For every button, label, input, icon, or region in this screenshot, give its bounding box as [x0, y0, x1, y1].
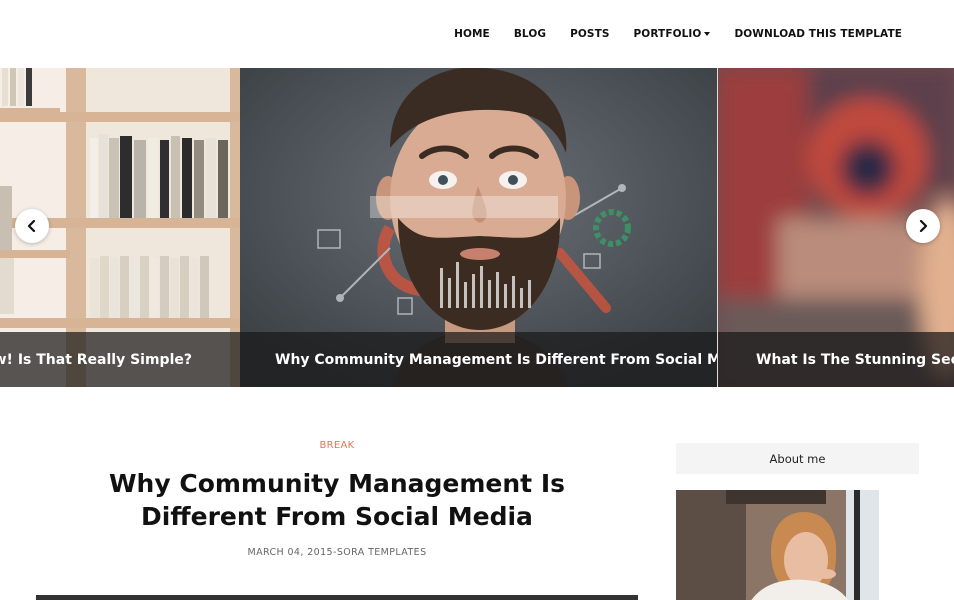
nav-home-label: HOME — [454, 28, 490, 40]
slide-caption-bar: What Is The Stunning Secret J — [718, 332, 954, 387]
caret-down-icon — [704, 32, 711, 36]
slide-caption-bar: t Now! Is That Really Simple? — [0, 332, 240, 387]
slide-caption-bar: Why Community Management Is Different Fr… — [240, 332, 717, 387]
slide-caption[interactable]: Why Community Management Is Different Fr… — [275, 352, 717, 368]
chevron-left-icon — [27, 220, 36, 232]
woman-portrait-image — [676, 490, 879, 600]
nav-posts-label: POSTS — [570, 28, 610, 40]
slider-next-button[interactable] — [906, 209, 940, 243]
chevron-right-icon — [919, 220, 928, 232]
nav-portfolio-label: PORTFOLIO — [633, 28, 702, 40]
nav-blog-label: BLOG — [513, 28, 547, 40]
about-me-title: About me — [676, 443, 919, 474]
featured-post: BREAK Why Community Management Is Differ… — [36, 440, 638, 558]
slider-prev-button[interactable] — [15, 209, 49, 243]
about-me-image — [676, 490, 879, 600]
slide-divider — [717, 68, 718, 387]
post-thumbnail-image[interactable] — [36, 595, 638, 600]
nav-posts[interactable]: POSTS — [570, 28, 609, 40]
nav-home[interactable]: HOME — [454, 28, 490, 40]
post-title[interactable]: Why Community Management Is Different Fr… — [36, 467, 638, 533]
main-menu: HOME BLOG POSTS PORTFOLIO DOWNLOAD THIS … — [454, 28, 902, 40]
post-category-label[interactable]: BREAK — [36, 440, 638, 451]
featured-slider: t Now! Is That Really Simple? — [0, 68, 954, 387]
post-title-line1: Why Community Management Is — [108, 469, 566, 498]
top-navigation: HOME BLOG POSTS PORTFOLIO DOWNLOAD THIS … — [0, 0, 954, 68]
slide-community-management[interactable]: Why Community Management Is Different Fr… — [240, 68, 717, 387]
nav-portfolio[interactable]: PORTFOLIO — [634, 28, 711, 40]
nav-blog[interactable]: BLOG — [514, 28, 546, 40]
post-title-line2: Different From Social Media — [141, 502, 533, 531]
nav-download-label: DOWNLOAD THIS TEMPLATE — [734, 28, 902, 40]
slide-caption[interactable]: t Now! Is That Really Simple? — [0, 352, 192, 368]
post-meta: MARCH 04, 2015-SORA TEMPLATES — [247, 547, 427, 558]
slide-caption[interactable]: What Is The Stunning Secret J — [756, 352, 954, 368]
nav-download-template[interactable]: DOWNLOAD THIS TEMPLATE — [734, 28, 902, 40]
